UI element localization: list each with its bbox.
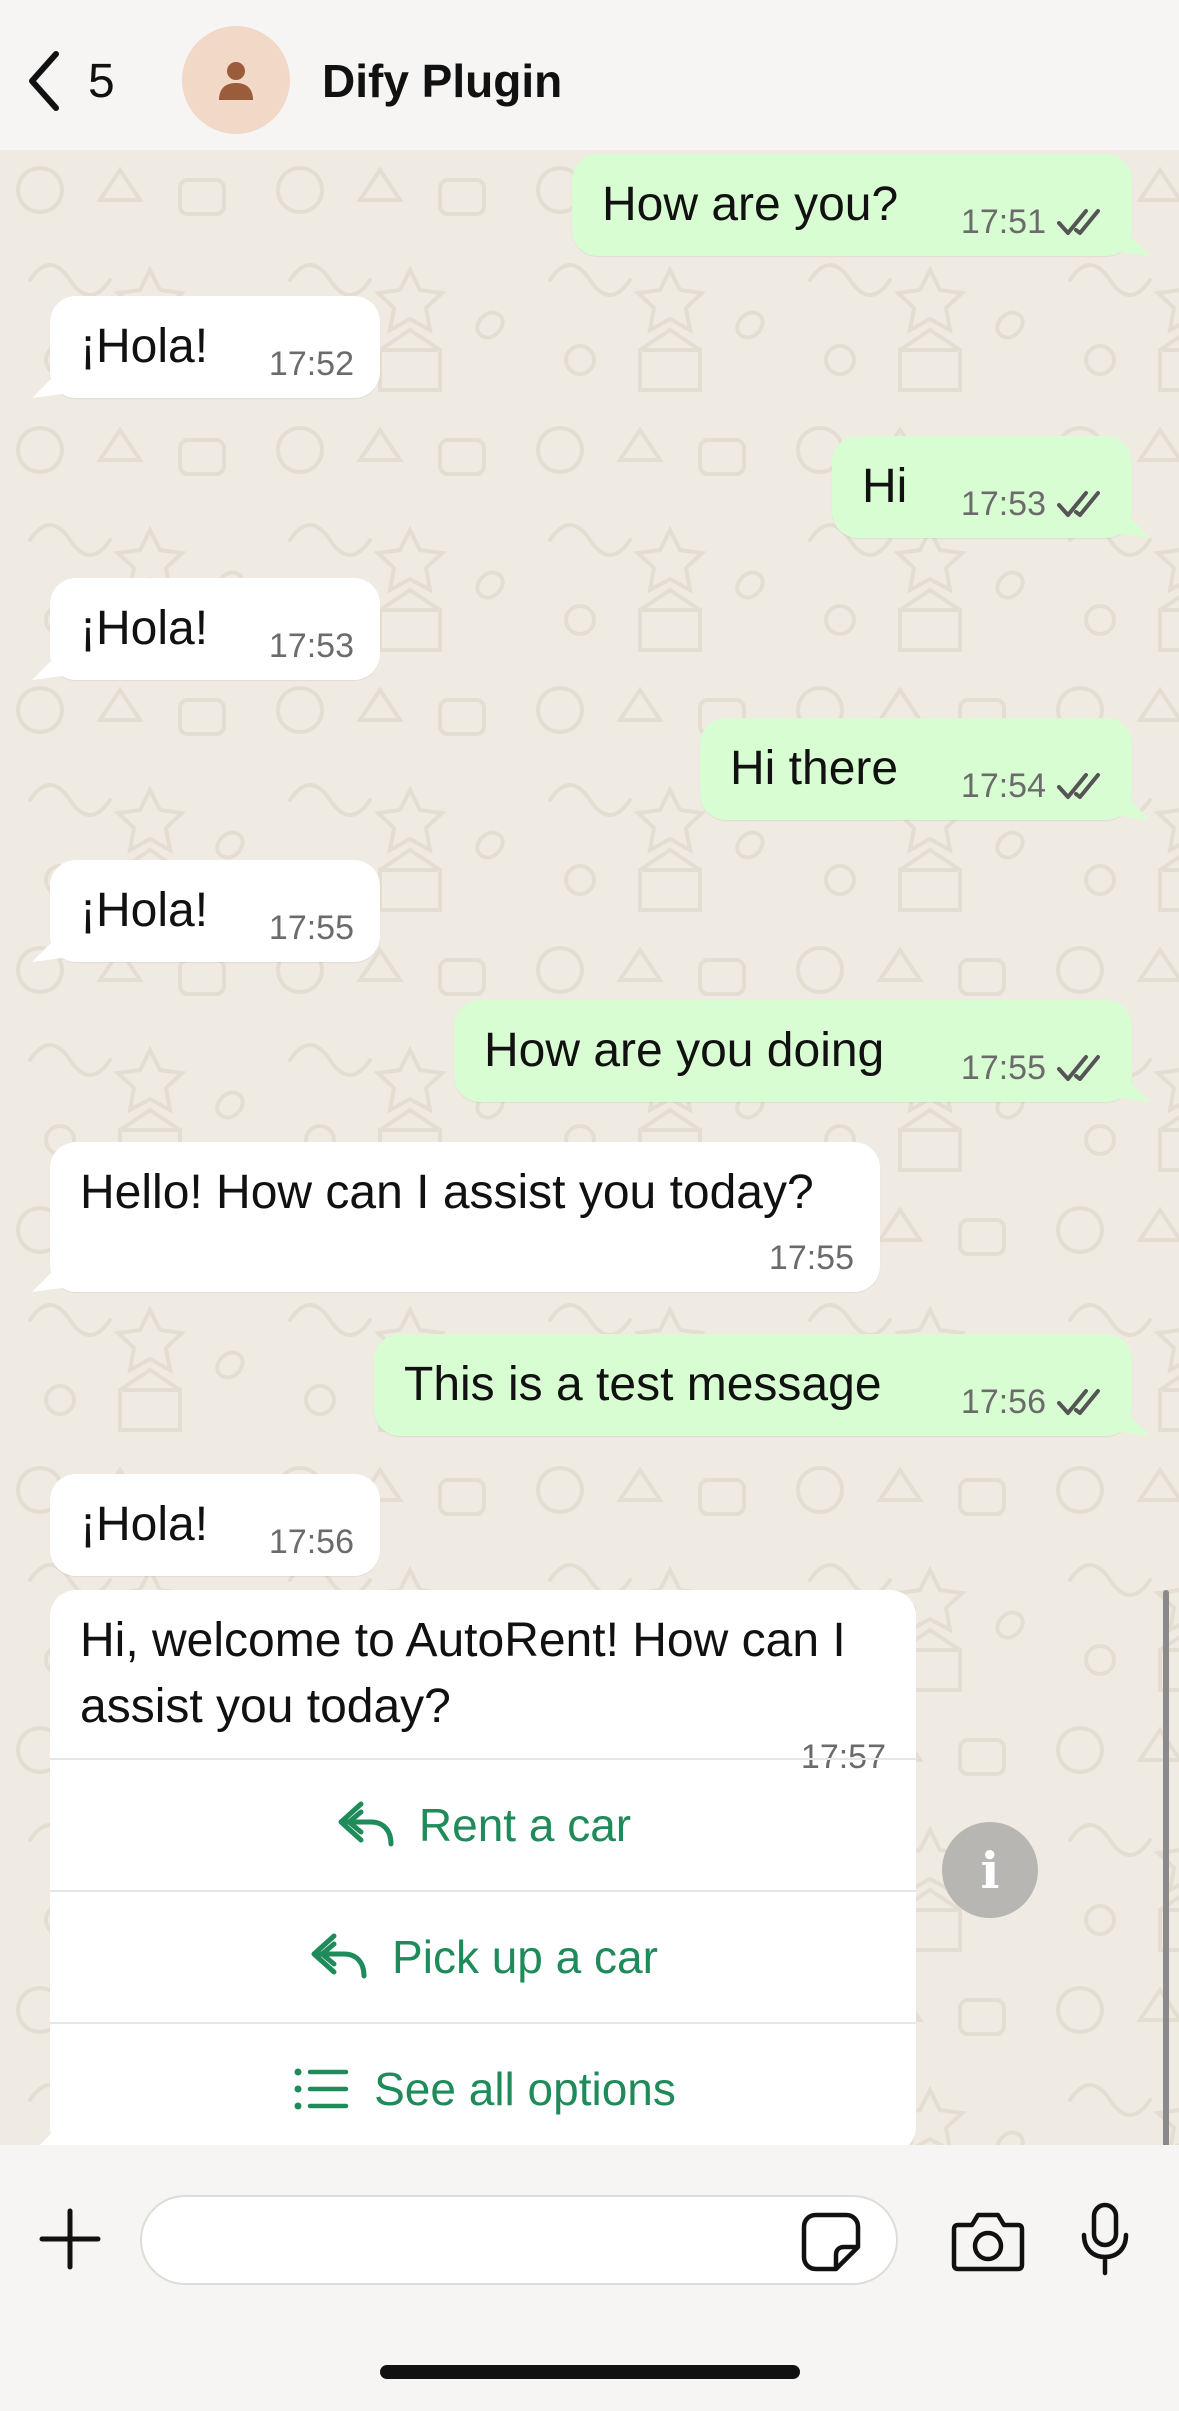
- bubble-tail: [40, 2123, 62, 2145]
- microphone-icon[interactable]: [1080, 2201, 1130, 2277]
- sticker-icon[interactable]: [800, 2211, 862, 2273]
- message-bubble-incoming[interactable]: ¡Hola! 17:53: [50, 578, 380, 680]
- message-meta: 17:51: [961, 202, 1106, 242]
- message-time: 17:55: [768, 1239, 854, 1277]
- double-check-icon: [1057, 1055, 1100, 1081]
- message-text: How are you?: [602, 178, 899, 231]
- message-bubble-outgoing[interactable]: Hi 17:53: [832, 436, 1132, 538]
- double-check-icon: [1057, 1389, 1100, 1415]
- see-all-options-button[interactable]: See all options: [50, 2022, 916, 2145]
- message-meta: 17:52: [269, 344, 354, 384]
- camera-icon[interactable]: [950, 2209, 1026, 2273]
- message-time: 17:54: [960, 767, 1046, 805]
- unread-count: 5: [88, 54, 115, 108]
- message-bubble-outgoing[interactable]: How are you? 17:51: [572, 154, 1132, 256]
- chat-header: 5 Dify Plugin: [0, 0, 1179, 150]
- message-meta: 17:55: [769, 1238, 854, 1278]
- double-check-icon: [1057, 209, 1100, 235]
- bubble-tail: [32, 1262, 62, 1292]
- message-time: 17:52: [268, 345, 354, 383]
- message-text: Hi there: [730, 742, 899, 795]
- plus-icon[interactable]: [36, 2205, 104, 2273]
- bubble-tail: [1120, 790, 1150, 820]
- message-text: ¡Hola!: [80, 1498, 209, 1551]
- message-text: How are you doing: [484, 1024, 885, 1077]
- message-bubble-outgoing[interactable]: Hi there 17:54: [700, 718, 1132, 820]
- pick-up-a-car-button[interactable]: Pick up a car: [50, 1890, 916, 2022]
- message-bubble-incoming[interactable]: Hello! How can I assist you today? 17:55: [50, 1142, 880, 1292]
- chat-area[interactable]: How are you? 17:51 ¡Hola! 17:52 Hi 17:53…: [0, 150, 1179, 2145]
- composer-bar: [0, 2145, 1179, 2411]
- button-label: Pick up a car: [392, 1931, 658, 1983]
- chevron-left-icon: [29, 51, 59, 111]
- message-bubble-outgoing[interactable]: This is a test message 17:56: [374, 1334, 1132, 1436]
- message-text: ¡Hola!: [80, 602, 209, 655]
- person-icon: [219, 62, 253, 100]
- bubble-tail: [1120, 508, 1150, 538]
- bubble-tail: [1120, 226, 1150, 256]
- message-meta: 17:55: [961, 1048, 1106, 1088]
- info-button[interactable]: i: [942, 1822, 1038, 1918]
- back-button[interactable]: 5: [22, 48, 115, 114]
- message-bubble-outgoing[interactable]: How are you doing 17:55: [454, 1000, 1132, 1102]
- button-label: Rent a car: [418, 1799, 632, 1851]
- message-time: 17:56: [268, 1523, 354, 1561]
- bubble-tail: [32, 932, 62, 962]
- reply-icon: [338, 1801, 394, 1847]
- message-text: Hi: [862, 460, 908, 513]
- chat-title[interactable]: Dify Plugin: [322, 54, 562, 108]
- message-meta: 17:53: [269, 626, 354, 666]
- double-check-icon: [1057, 773, 1100, 799]
- message-time: 17:51: [960, 203, 1046, 241]
- interactive-message-card: Hi, welcome to AutoRent! How can I assis…: [50, 1590, 916, 2145]
- message-meta: 17:56: [269, 1522, 354, 1562]
- message-text: Hello! How can I assist you today?: [80, 1166, 814, 1219]
- message-meta: 17:55: [269, 908, 354, 948]
- message-text: ¡Hola!: [80, 884, 209, 937]
- message-time: 17:53: [268, 627, 354, 665]
- message-meta: 17:54: [961, 766, 1106, 806]
- message-bubble-incoming[interactable]: ¡Hola! 17:56: [50, 1474, 380, 1576]
- reply-icon: [311, 1933, 367, 1979]
- message-time: 17:55: [268, 909, 354, 947]
- message-meta: 17:53: [961, 484, 1106, 524]
- avatar[interactable]: [182, 26, 290, 134]
- rent-a-car-button[interactable]: Rent a car: [50, 1758, 916, 1890]
- bubble-tail: [32, 650, 62, 680]
- double-check-icon: [1057, 491, 1100, 517]
- card-text: Hi, welcome to AutoRent! How can I assis…: [80, 1614, 846, 1733]
- message-text: This is a test message: [404, 1358, 882, 1411]
- message-text: ¡Hola!: [80, 320, 209, 373]
- message-bubble-incoming[interactable]: ¡Hola! 17:52: [50, 296, 380, 398]
- message-time: 17:55: [960, 1049, 1046, 1087]
- bubble-tail: [32, 368, 62, 398]
- message-time: 17:53: [960, 485, 1046, 523]
- message-meta: 17:56: [961, 1382, 1106, 1422]
- message-bubble-incoming[interactable]: ¡Hola! 17:55: [50, 860, 380, 962]
- list-icon: [294, 2068, 349, 2110]
- home-indicator: [380, 2365, 800, 2379]
- message-time: 17:56: [960, 1383, 1046, 1421]
- button-label: See all options: [374, 2063, 676, 2115]
- bubble-tail: [1120, 1406, 1150, 1436]
- scrollbar-thumb[interactable]: [1163, 1590, 1169, 2160]
- message-input[interactable]: [140, 2195, 898, 2285]
- bubble-tail: [1120, 1072, 1150, 1102]
